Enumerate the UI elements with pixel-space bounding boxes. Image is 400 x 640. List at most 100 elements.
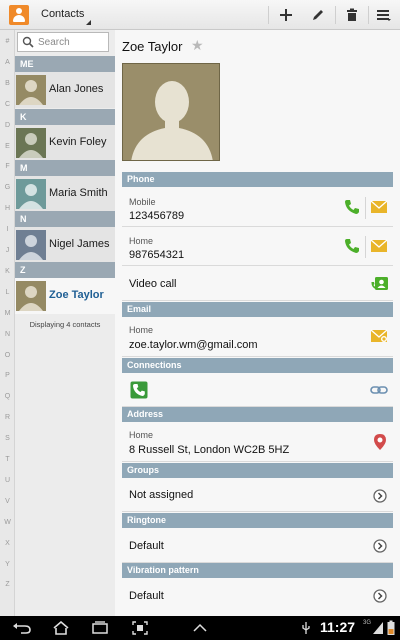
- video-call-label: Video call: [129, 278, 177, 290]
- index-letter[interactable]: T: [0, 456, 15, 463]
- search-input[interactable]: [38, 35, 106, 49]
- message-button[interactable]: [368, 197, 390, 217]
- address-row[interactable]: Home 8 Russell St, London WC2B 5HZ: [122, 424, 393, 462]
- index-letter[interactable]: M: [0, 310, 15, 317]
- groups-value: Not assigned: [129, 489, 194, 501]
- index-letter[interactable]: Z: [0, 581, 15, 588]
- menu-button[interactable]: [368, 0, 400, 30]
- edit-contact-button[interactable]: [302, 0, 334, 30]
- back-button[interactable]: [7, 618, 37, 638]
- index-letter[interactable]: O: [0, 352, 15, 359]
- add-contact-button[interactable]: [270, 0, 302, 30]
- pencil-icon: [313, 10, 323, 20]
- ringtone-row[interactable]: Default: [122, 530, 393, 563]
- index-letter[interactable]: X: [0, 540, 15, 547]
- action-bar: Contacts: [0, 0, 400, 30]
- connections-row[interactable]: [122, 375, 393, 407]
- map-pin-icon: [374, 434, 386, 450]
- mobile-number: 123456789: [129, 210, 185, 222]
- index-letter[interactable]: W: [0, 519, 15, 526]
- home-button[interactable]: [46, 618, 76, 638]
- email-icon: [370, 329, 388, 342]
- favorite-star-icon[interactable]: ★: [191, 37, 204, 54]
- index-letter[interactable]: H: [0, 205, 15, 212]
- call-button[interactable]: [342, 197, 362, 217]
- phone-call-icon: [345, 239, 359, 253]
- vibration-value: Default: [129, 590, 164, 602]
- index-letter[interactable]: P: [0, 372, 15, 379]
- index-letter[interactable]: Q: [0, 393, 15, 400]
- phone-app-button[interactable]: [129, 380, 149, 400]
- index-letter[interactable]: F: [0, 163, 15, 170]
- contact-avatar: [16, 128, 46, 158]
- screenshot-button[interactable]: [125, 618, 155, 638]
- alphabet-index[interactable]: # A B C D E F G H I J K L M N O P Q R S T U V W X Y Z: [0, 30, 15, 616]
- index-letter[interactable]: S: [0, 435, 15, 442]
- send-email-button[interactable]: [368, 326, 390, 346]
- map-button[interactable]: [370, 431, 390, 453]
- recent-apps-button[interactable]: [85, 618, 115, 638]
- contact-count: Displaying 4 contacts: [29, 320, 101, 329]
- chevron-up-icon: [193, 623, 207, 632]
- toolbar-divider: [268, 6, 269, 24]
- mini-apps-tray-button[interactable]: [185, 618, 215, 638]
- app-title[interactable]: Contacts: [41, 8, 84, 20]
- index-letter[interactable]: E: [0, 143, 15, 150]
- call-button[interactable]: [342, 236, 362, 256]
- index-letter[interactable]: #: [0, 38, 15, 45]
- message-button[interactable]: [368, 236, 390, 256]
- vibration-section-header: Vibration pattern: [122, 563, 393, 578]
- divider: [365, 197, 366, 219]
- screenshot-icon: [132, 621, 148, 635]
- home-number-row[interactable]: Home 987654321: [122, 228, 393, 266]
- video-call-button[interactable]: [370, 274, 390, 294]
- phone-app-icon: [130, 381, 148, 399]
- usb-icon: [302, 622, 310, 634]
- mobile-number-row[interactable]: Mobile 123456789: [122, 189, 393, 227]
- video-call-row[interactable]: Video call: [122, 267, 393, 301]
- contact-photo[interactable]: [122, 63, 220, 161]
- index-letter[interactable]: N: [0, 331, 15, 338]
- contact-list-item[interactable]: Nigel James: [15, 227, 115, 263]
- menu-icon: [377, 10, 391, 21]
- delete-contact-button[interactable]: [336, 0, 368, 30]
- groups-chevron-button[interactable]: [370, 486, 390, 506]
- email-row[interactable]: Home zoe.taylor.wm@gmail.com: [122, 319, 393, 357]
- link-contact-button[interactable]: [368, 380, 390, 400]
- home-phone-label: Home: [129, 236, 154, 246]
- index-letter[interactable]: B: [0, 80, 15, 87]
- divider: [365, 236, 366, 258]
- index-letter[interactable]: Y: [0, 561, 15, 568]
- contact-avatar: [16, 179, 46, 209]
- index-letter[interactable]: K: [0, 268, 15, 275]
- groups-row[interactable]: Not assigned: [122, 480, 393, 512]
- phone-call-icon: [345, 200, 359, 214]
- search-field[interactable]: [17, 32, 109, 52]
- contact-list-item-selected[interactable]: Zoe Taylor: [15, 278, 115, 314]
- index-letter[interactable]: V: [0, 498, 15, 505]
- index-letter[interactable]: D: [0, 122, 15, 129]
- section-header: Z: [15, 262, 115, 278]
- contact-detail-name: Zoe Taylor: [122, 39, 183, 54]
- index-letter[interactable]: I: [0, 226, 15, 233]
- index-letter[interactable]: U: [0, 477, 15, 484]
- contact-name: Zoe Taylor: [49, 289, 104, 301]
- index-letter[interactable]: R: [0, 414, 15, 421]
- message-icon: [370, 239, 388, 252]
- vibration-row[interactable]: Default: [122, 580, 393, 614]
- index-letter[interactable]: G: [0, 184, 15, 191]
- contact-list-item[interactable]: Maria Smith: [15, 176, 115, 212]
- index-letter[interactable]: J: [0, 247, 15, 254]
- contact-name: Nigel James: [49, 238, 110, 250]
- index-letter[interactable]: L: [0, 289, 15, 296]
- contact-list-item[interactable]: Kevin Foley: [15, 125, 115, 161]
- video-call-icon: [371, 277, 388, 290]
- index-letter[interactable]: C: [0, 101, 15, 108]
- contact-name: Maria Smith: [49, 187, 108, 199]
- vibration-chevron-button[interactable]: [370, 586, 390, 606]
- ringtone-chevron-button[interactable]: [370, 536, 390, 556]
- index-letter[interactable]: A: [0, 59, 15, 66]
- section-header: K: [15, 109, 115, 125]
- contact-list-item[interactable]: Alan Jones: [15, 72, 115, 108]
- contacts-app-icon[interactable]: [9, 5, 29, 25]
